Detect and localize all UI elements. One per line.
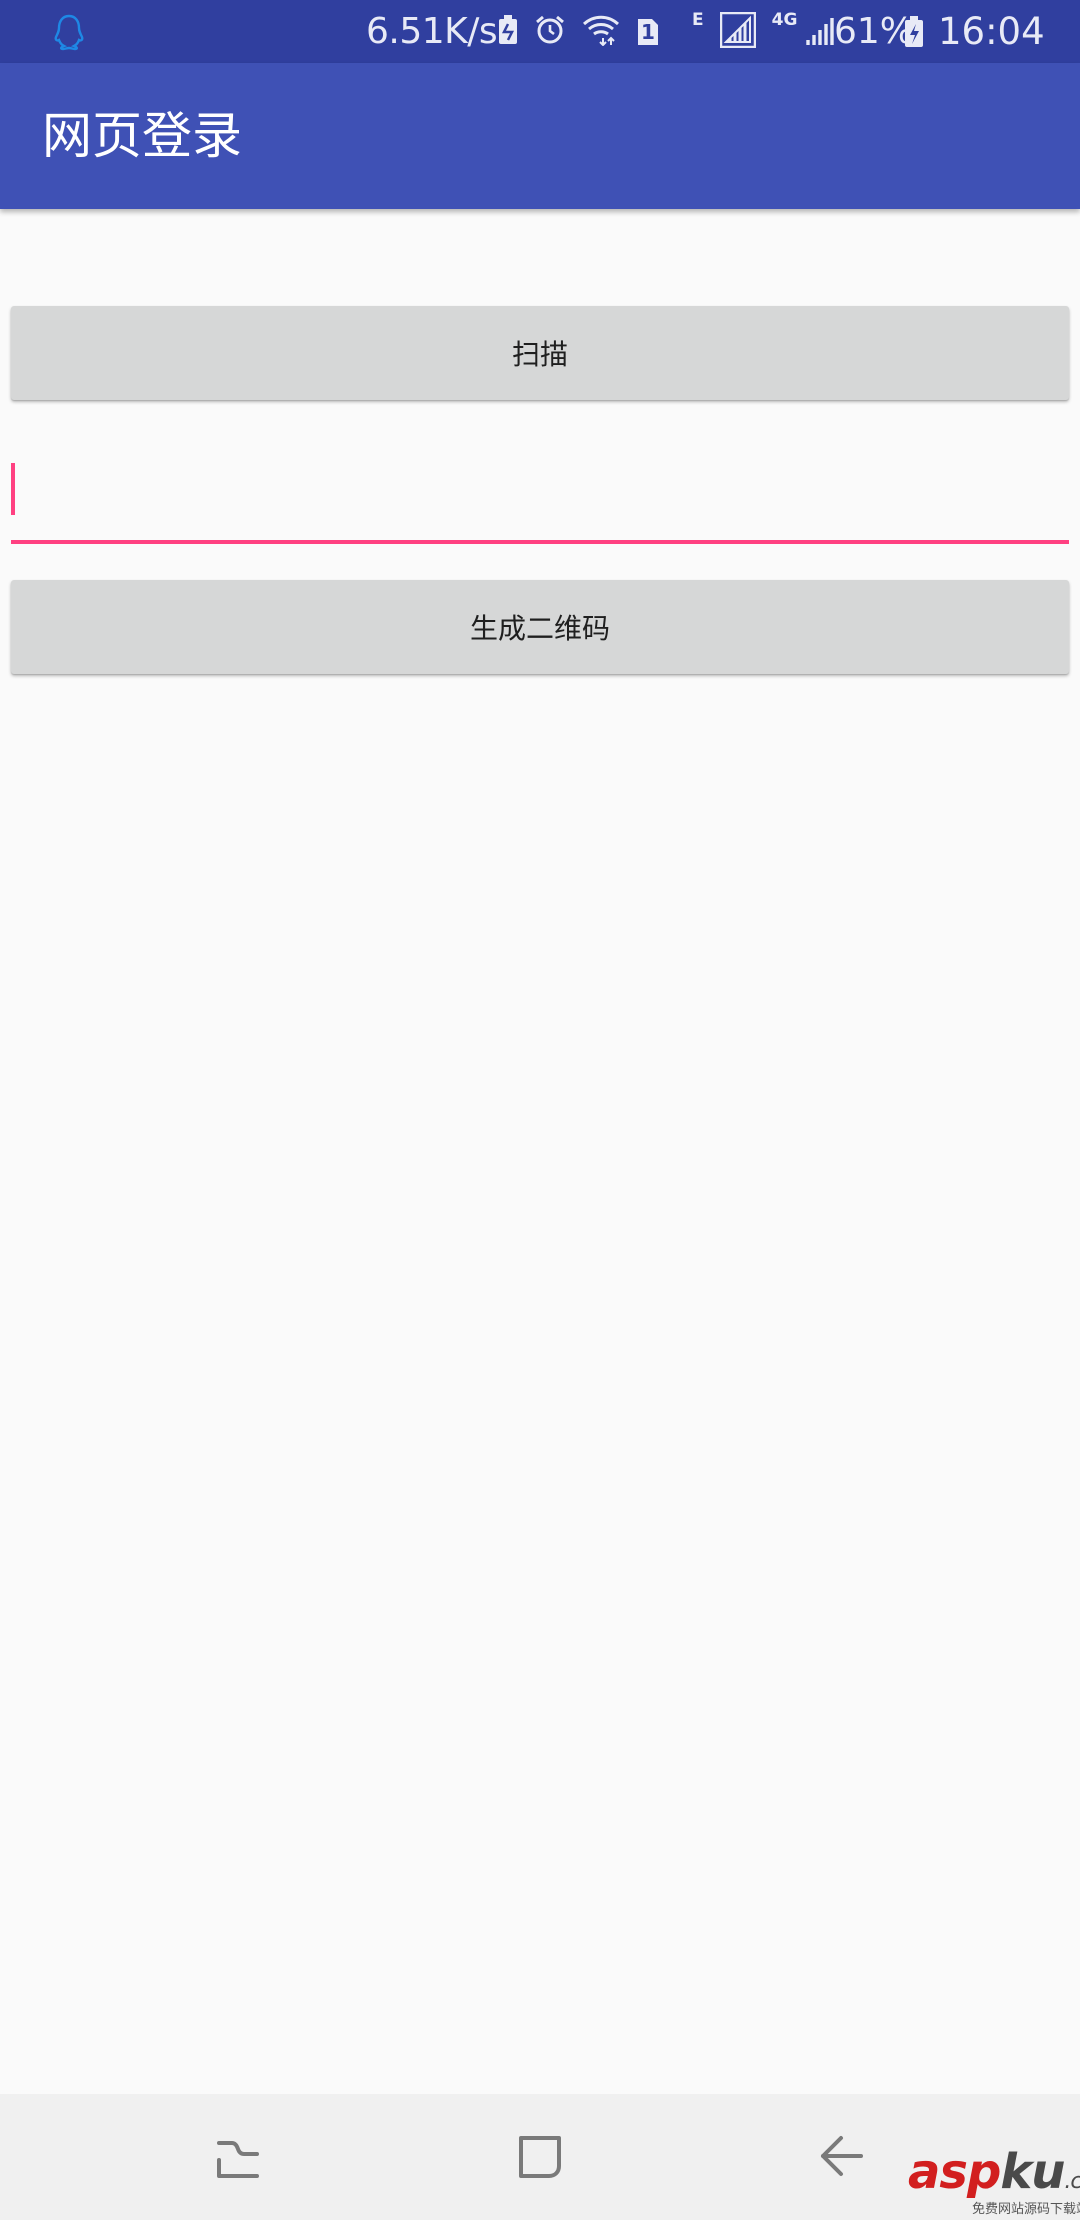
qq-penguin-icon xyxy=(52,0,86,63)
text-cursor xyxy=(11,463,15,515)
app-bar: 网页登录 xyxy=(0,63,1080,209)
sim1-icon: 1 xyxy=(636,17,660,47)
watermark: aspku.com 免费网站源码下载站! xyxy=(908,2142,1080,2220)
clock: 16:04 xyxy=(938,10,1045,53)
home-button[interactable] xyxy=(480,2094,600,2220)
screen: 6.51K/s 1 E 4G 61% 16:04 网页登录 扫描 生成二维码 a… xyxy=(0,0,1080,2220)
watermark-com: .com xyxy=(1064,2169,1080,2194)
wifi-icon xyxy=(582,14,620,50)
battery-saver-icon xyxy=(498,14,518,49)
watermark-asp: asp xyxy=(908,2144,1001,2200)
sim-number: 1 xyxy=(641,19,655,44)
recents-button[interactable] xyxy=(178,2094,298,2220)
edge-label: E xyxy=(692,10,704,30)
watermark-ku: ku xyxy=(1000,2144,1065,2200)
signal-icon xyxy=(719,11,756,52)
page-title: 网页登录 xyxy=(42,107,242,165)
status-icons: 1 E 4G xyxy=(498,0,835,63)
generate-qr-button[interactable]: 生成二维码 xyxy=(11,580,1069,674)
alarm-icon xyxy=(534,14,566,50)
signal-icon xyxy=(805,14,835,50)
watermark-subtitle: 免费网站源码下载站! xyxy=(972,2202,1080,2217)
home-icon xyxy=(519,2136,561,2178)
battery-charging-icon xyxy=(904,0,924,63)
back-arrow-icon xyxy=(821,2136,863,2176)
recents-icon xyxy=(217,2141,259,2178)
network-type: 4G xyxy=(771,10,798,30)
text-input[interactable] xyxy=(11,440,1069,544)
back-button[interactable] xyxy=(782,2094,902,2220)
battery-percent: 61% xyxy=(834,11,915,52)
scan-button[interactable]: 扫描 xyxy=(11,306,1069,400)
network-speed: 6.51K/s xyxy=(366,11,498,52)
status-bar: 6.51K/s 1 E 4G 61% 16:04 xyxy=(0,0,1080,63)
